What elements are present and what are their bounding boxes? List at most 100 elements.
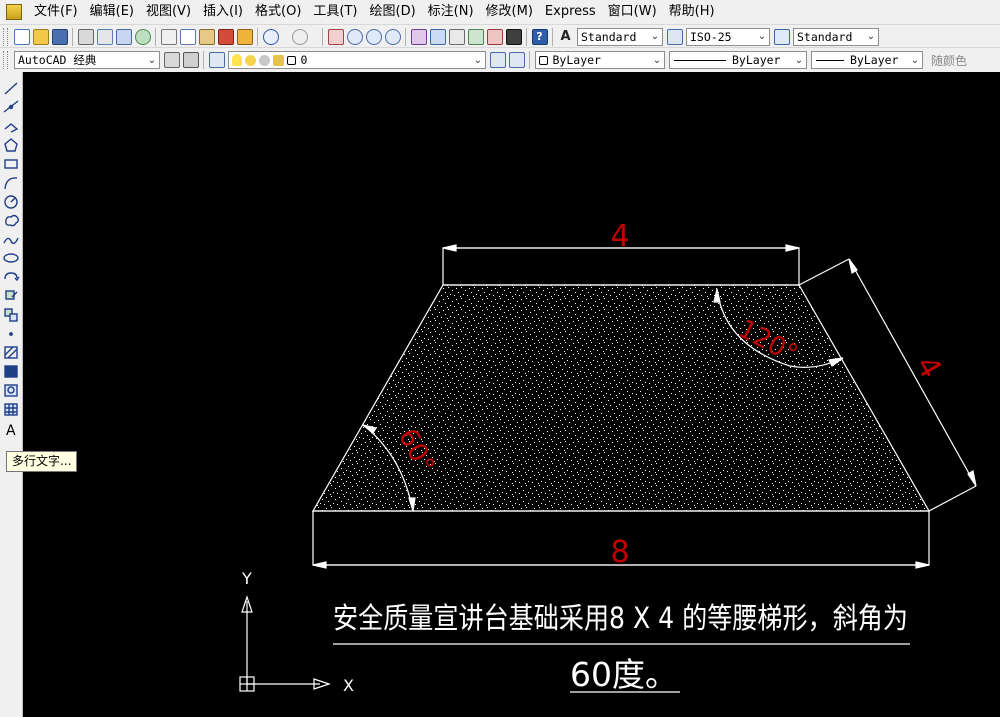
layer-previous-icon[interactable]	[508, 52, 525, 68]
lineweight-select[interactable]: ByLayer ⌄	[811, 51, 923, 69]
ellipse-icon[interactable]	[3, 253, 19, 263]
publish-icon[interactable]	[115, 28, 132, 45]
sheet-set-manager-icon[interactable]	[467, 28, 484, 45]
polygon-icon[interactable]	[4, 138, 18, 152]
open-file-icon[interactable]	[32, 28, 49, 45]
polyline-icon[interactable]	[4, 123, 19, 133]
drawing-area[interactable]: 4 8 4 120° 60° 安全质量宣讲台基础采用8 X 4 的等腰梯形，斜角…	[23, 72, 1000, 717]
undo-icon[interactable]	[262, 28, 279, 45]
circle-icon[interactable]	[4, 195, 18, 209]
note-line-2[interactable]: 60度。	[570, 655, 678, 694]
table-style-value: Standard	[797, 29, 853, 44]
properties-icon[interactable]	[410, 28, 427, 45]
layer-select[interactable]: 0 ⌄	[228, 51, 486, 69]
plot-icon[interactable]	[77, 28, 94, 45]
rectangle-icon[interactable]	[4, 159, 18, 169]
toolbar-grip[interactable]	[3, 51, 8, 69]
menu-bar: 文件(F) 编辑(E) 视图(V) 插入(I) 格式(O) 工具(T) 绘图(D…	[0, 0, 1000, 24]
table-style-select[interactable]: Standard ⌄	[793, 27, 879, 46]
redo-icon[interactable]	[291, 28, 308, 45]
bottom-dimension-text: 8	[610, 535, 629, 570]
menu-view[interactable]: 视图(V)	[140, 0, 197, 24]
pan-icon[interactable]	[327, 28, 344, 45]
drawing-svg: 4 8 4 120° 60° 安全质量宣讲台基础采用8 X 4 的等腰梯形，斜角…	[239, 219, 977, 695]
line-icon[interactable]	[4, 82, 18, 95]
toolbar-grip[interactable]	[3, 27, 8, 46]
quickcalc-icon[interactable]	[505, 28, 522, 45]
construction-line-icon[interactable]	[3, 100, 19, 113]
dimension-style-icon[interactable]	[666, 28, 683, 45]
zoom-window-icon[interactable]	[365, 28, 382, 45]
paste-icon[interactable]	[198, 28, 215, 45]
top-dimension-text: 4	[610, 219, 629, 254]
save-workspace-icon[interactable]	[182, 52, 199, 68]
insert-block-icon[interactable]	[5, 290, 18, 300]
workspace-settings-icon[interactable]	[163, 52, 180, 68]
workspace-select[interactable]: AutoCAD 经典 ⌄	[14, 51, 160, 69]
dimension-style-select[interactable]: ISO-25 ⌄	[686, 27, 770, 46]
menu-insert[interactable]: 插入(I)	[197, 0, 249, 24]
copy-icon[interactable]	[179, 28, 196, 45]
text-style-select[interactable]: Standard ⌄	[577, 27, 663, 46]
menu-modify[interactable]: 修改(M)	[480, 0, 539, 24]
layer-on-icon[interactable]	[232, 54, 242, 66]
standard-toolbar: ? A Standard ⌄ ISO-25 ⌄ Standard ⌄	[0, 24, 1000, 48]
side-dimension-text: 4	[908, 350, 948, 384]
tool-palettes-icon[interactable]	[448, 28, 465, 45]
toolbar-separator	[405, 27, 406, 46]
autocad-app-icon[interactable]	[6, 4, 22, 20]
make-object-layer-current-icon[interactable]	[489, 52, 506, 68]
zoom-previous-icon[interactable]	[384, 28, 401, 45]
match-properties-icon[interactable]	[217, 28, 234, 45]
menu-tools[interactable]: 工具(T)	[307, 0, 363, 24]
menu-edit[interactable]: 编辑(E)	[84, 0, 140, 24]
undo-dropdown-icon[interactable]	[281, 28, 289, 45]
table-style-icon[interactable]	[773, 28, 790, 45]
table-icon[interactable]	[4, 403, 18, 416]
menu-express[interactable]: Express	[539, 0, 602, 24]
region-icon[interactable]	[4, 384, 18, 397]
text-style-icon[interactable]: A	[557, 28, 574, 45]
save-icon[interactable]	[51, 28, 68, 45]
text-style-value: Standard	[581, 29, 637, 44]
layer-properties-manager-icon[interactable]	[208, 52, 225, 68]
gradient-icon[interactable]	[4, 365, 18, 378]
redo-dropdown-icon[interactable]	[310, 28, 318, 45]
new-file-icon[interactable]	[13, 28, 30, 45]
block-editor-icon[interactable]	[236, 28, 253, 45]
menu-dimension[interactable]: 标注(N)	[422, 0, 480, 24]
multiline-text-icon[interactable]: A	[6, 423, 16, 439]
revision-cloud-icon[interactable]	[5, 214, 19, 227]
menu-format[interactable]: 格式(O)	[249, 0, 307, 24]
menu-file[interactable]: 文件(F)	[28, 0, 84, 24]
arc-icon[interactable]	[4, 177, 18, 190]
layer-thaw-icon[interactable]	[245, 54, 256, 66]
markup-set-manager-icon[interactable]	[486, 28, 503, 45]
menu-window[interactable]: 窗口(W)	[602, 0, 663, 24]
zoom-realtime-icon[interactable]	[346, 28, 363, 45]
toolbar-separator	[155, 27, 156, 46]
layer-value: 0	[300, 53, 308, 67]
ucs-x-label: X	[343, 676, 354, 695]
make-block-icon[interactable]	[4, 308, 18, 322]
point-icon[interactable]	[9, 332, 13, 336]
linetype-select[interactable]: ByLayer ⌄	[669, 51, 807, 69]
design-center-icon[interactable]	[429, 28, 446, 45]
lineweight-value: ByLayer	[850, 53, 899, 67]
3d-dwf-icon[interactable]	[134, 28, 151, 45]
note-line-1[interactable]: 安全质量宣讲台基础采用8 X 4 的等腰梯形，斜角为	[333, 601, 908, 635]
menu-help[interactable]: 帮助(H)	[663, 0, 721, 24]
linetype-sample-icon	[674, 59, 726, 61]
color-select[interactable]: ByLayer ⌄	[535, 51, 665, 69]
help-icon[interactable]: ?	[531, 28, 548, 45]
plot-preview-icon[interactable]	[96, 28, 113, 45]
ellipse-arc-icon[interactable]	[4, 272, 20, 282]
cut-icon[interactable]	[160, 28, 177, 45]
trapezoid-hatch[interactable]	[311, 284, 931, 512]
layer-viewport-icon[interactable]	[259, 54, 270, 66]
layer-unlock-icon[interactable]	[273, 54, 284, 66]
spline-icon[interactable]	[3, 237, 19, 245]
hatch-icon[interactable]	[4, 346, 18, 359]
layer-color-swatch-icon[interactable]	[287, 55, 296, 65]
menu-draw[interactable]: 绘图(D)	[364, 0, 422, 24]
